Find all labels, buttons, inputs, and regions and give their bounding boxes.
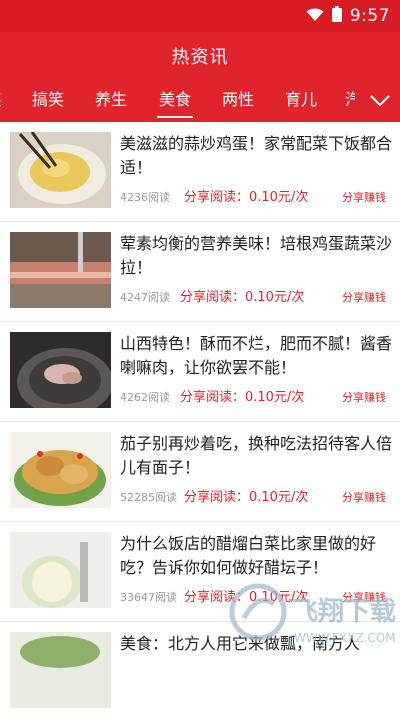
article-thumbnail xyxy=(10,532,111,608)
read-count: 4247阅读 xyxy=(120,291,170,304)
list-item[interactable]: 茄子别再炒着吃，换种吃法招待客人倍儿有面子！ 52285阅读 分享阅读：0.10… xyxy=(0,422,400,522)
tab-relationships[interactable]: 两性 xyxy=(222,80,254,122)
article-meta: 52285阅读 分享阅读：0.10元/次 分享赚钱 xyxy=(120,488,392,508)
tab-partial-left[interactable]: 笑 xyxy=(0,80,2,122)
category-tabs: 笑 搞笑 养生 美食 两性 育儿 汽 xyxy=(0,80,400,122)
read-count: 52285阅读 xyxy=(120,491,177,504)
share-earn-button[interactable]: 分享赚钱 xyxy=(342,588,386,608)
tab-health[interactable]: 养生 xyxy=(95,80,127,122)
tab-partial-right[interactable]: 汽 xyxy=(345,80,355,122)
list-item[interactable]: 山西特色！酥而不烂，肥而不腻！酱香喇嘛肉，让你欲罢不能！ 4262阅读 分享阅读… xyxy=(0,322,400,422)
share-reward: 分享阅读：0.10元/次 xyxy=(184,590,309,605)
article-title[interactable]: 荤素均衡的营养美味！培根鸡蛋蔬菜沙拉！ xyxy=(120,232,392,280)
share-earn-button[interactable]: 分享赚钱 xyxy=(342,288,386,308)
share-reward: 分享阅读：0.10元/次 xyxy=(184,490,309,505)
article-thumbnail xyxy=(10,232,111,308)
tabs-more-button[interactable] xyxy=(360,80,400,122)
list-item[interactable]: 美食：北方人用它来做瓢，南方人 xyxy=(0,622,400,722)
article-title[interactable]: 山西特色！酥而不烂，肥而不腻！酱香喇嘛肉，让你欲罢不能！ xyxy=(120,332,392,380)
article-meta: 4247阅读 分享阅读：0.10元/次 分享赚钱 xyxy=(120,288,392,308)
wifi-icon xyxy=(306,7,324,26)
tab-parenting[interactable]: 育儿 xyxy=(285,80,317,122)
tab-food[interactable]: 美食 xyxy=(156,80,194,122)
list-item[interactable]: 荤素均衡的营养美味！培根鸡蛋蔬菜沙拉！ 4247阅读 分享阅读：0.10元/次 … xyxy=(0,222,400,322)
article-thumbnail xyxy=(10,332,111,408)
read-count: 4236阅读 xyxy=(120,191,170,204)
article-meta: 4236阅读 分享阅读：0.10元/次 分享赚钱 xyxy=(120,188,392,208)
article-meta: 4262阅读 分享阅读：0.10元/次 分享赚钱 xyxy=(120,388,392,408)
share-reward: 分享阅读：0.10元/次 xyxy=(180,390,305,405)
status-bar: 9:57 xyxy=(0,0,400,32)
article-title[interactable]: 为什么饭店的醋熘白菜比家里做的好吃？告诉你如何做好醋坛子！ xyxy=(120,532,392,580)
article-title[interactable]: 美滋滋的蒜炒鸡蛋！家常配菜下饭都合适！ xyxy=(120,132,392,180)
list-item[interactable]: 为什么饭店的醋熘白菜比家里做的好吃？告诉你如何做好醋坛子！ 33647阅读 分享… xyxy=(0,522,400,622)
article-meta: 33647阅读 分享阅读：0.10元/次 分享赚钱 xyxy=(120,588,392,608)
article-thumbnail xyxy=(10,432,111,508)
status-time: 9:57 xyxy=(349,6,390,26)
share-earn-button[interactable]: 分享赚钱 xyxy=(342,188,386,208)
share-earn-button[interactable]: 分享赚钱 xyxy=(342,388,386,408)
page-title: 热资讯 xyxy=(171,47,229,68)
share-reward: 分享阅读：0.10元/次 xyxy=(184,190,309,205)
tab-funny[interactable]: 搞笑 xyxy=(32,80,64,122)
share-reward: 分享阅读：0.10元/次 xyxy=(180,290,305,305)
app-header: 热资讯 xyxy=(0,32,400,80)
chevron-down-icon xyxy=(370,92,390,111)
battery-icon xyxy=(331,6,342,26)
article-thumbnail xyxy=(10,132,111,208)
article-title[interactable]: 茄子别再炒着吃，换种吃法招待客人倍儿有面子！ xyxy=(120,432,392,480)
read-count: 33647阅读 xyxy=(120,591,177,604)
list-item[interactable]: 美滋滋的蒜炒鸡蛋！家常配菜下饭都合适！ 4236阅读 分享阅读：0.10元/次 … xyxy=(0,122,400,222)
article-thumbnail xyxy=(10,632,111,708)
article-title[interactable]: 美食：北方人用它来做瓢，南方人 xyxy=(120,632,392,656)
share-earn-button[interactable]: 分享赚钱 xyxy=(342,488,386,508)
read-count: 4262阅读 xyxy=(120,391,170,404)
